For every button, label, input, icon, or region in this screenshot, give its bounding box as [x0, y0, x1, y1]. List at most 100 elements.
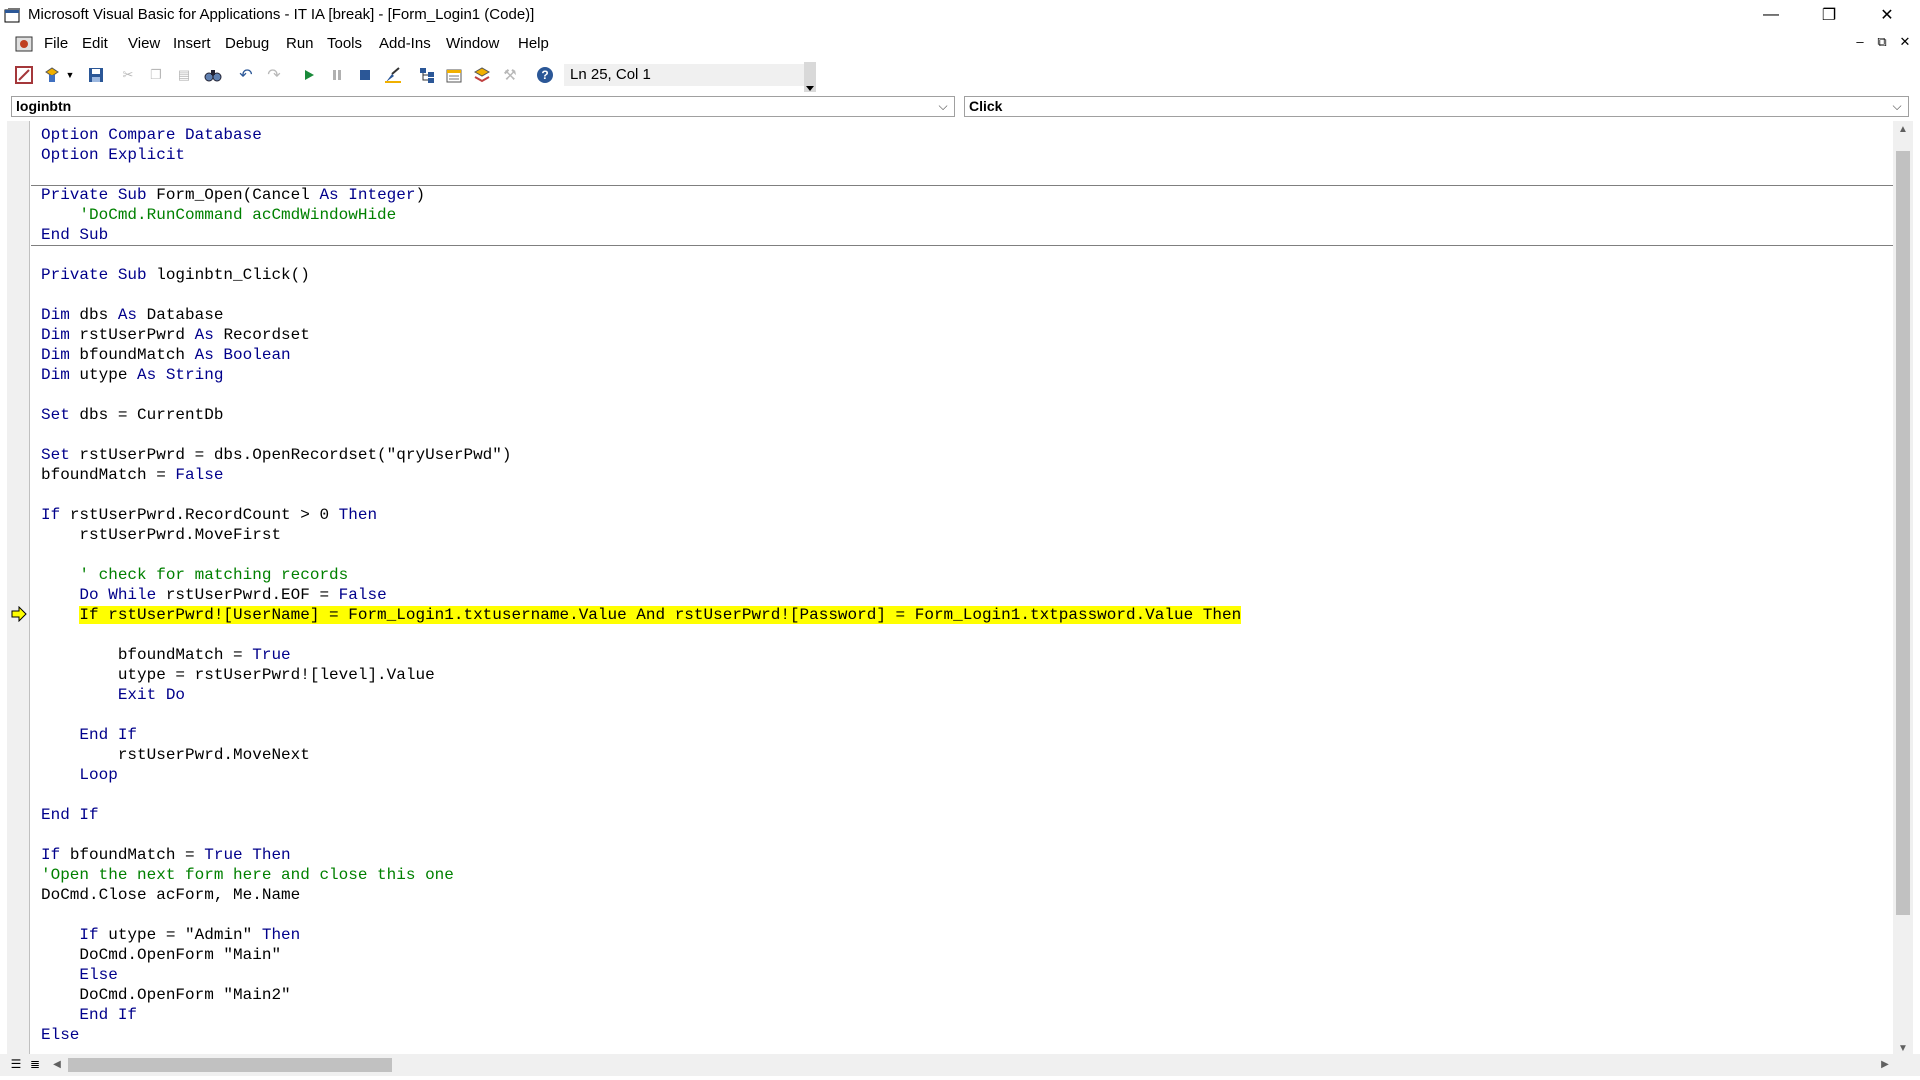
properties-window-icon[interactable] [444, 65, 464, 85]
code-line[interactable]: rstUserPwrd.MoveFirst [41, 525, 1241, 545]
code-line[interactable]: End If [41, 1005, 1241, 1025]
code-line[interactable]: utype = rstUserPwrd![level].Value [41, 665, 1241, 685]
menu-run[interactable]: Run [286, 35, 314, 52]
scroll-left-arrow-icon[interactable]: ◀ [48, 1055, 66, 1075]
code-line[interactable] [41, 825, 1241, 845]
code-line[interactable] [41, 425, 1241, 445]
menu-add-ins[interactable]: Add-Ins [379, 35, 431, 52]
code-line[interactable]: DoCmd.Close acForm, Me.Name [41, 885, 1241, 905]
chevron-down-icon[interactable]: ⌵ [1888, 97, 1906, 116]
code-line[interactable]: If bfoundMatch = True Then [41, 845, 1241, 865]
code-line[interactable]: Dim rstUserPwrd As Recordset [41, 325, 1241, 345]
code-line[interactable]: Set dbs = CurrentDb [41, 405, 1241, 425]
margin-indicator-bar[interactable] [7, 121, 30, 1058]
code-line[interactable]: Else [41, 965, 1241, 985]
dropdown-arrow-icon[interactable]: ▼ [64, 65, 76, 85]
code-line[interactable]: Private Sub Form_Open(Cancel As Integer) [41, 185, 1241, 205]
menu-file[interactable]: File [44, 35, 68, 52]
project-explorer-icon[interactable] [417, 65, 437, 85]
code-line[interactable]: Else [41, 1025, 1241, 1045]
code-line[interactable]: DoCmd.OpenForm "Main" [41, 945, 1241, 965]
design-mode-icon[interactable] [383, 65, 403, 85]
copy-icon[interactable]: ❐ [146, 65, 166, 85]
code-line[interactable] [41, 285, 1241, 305]
toolbar-options-handle[interactable] [804, 62, 816, 92]
vertical-scrollbar[interactable]: ▲ ▼ [1893, 121, 1913, 1058]
code-line[interactable] [41, 785, 1241, 805]
code-line[interactable]: End If [41, 725, 1241, 745]
code-line[interactable]: Do While rstUserPwrd.EOF = False [41, 585, 1241, 605]
code-line[interactable]: Option Compare Database [41, 125, 1241, 145]
code-token: As Integer [319, 186, 416, 204]
code-line[interactable] [41, 385, 1241, 405]
restore-button[interactable]: ❐ [1806, 0, 1852, 30]
code-line[interactable]: DoCmd.OpenForm "Main2" [41, 985, 1241, 1005]
code-line[interactable]: Option Explicit [41, 145, 1241, 165]
code-line[interactable]: ' check for matching records [41, 565, 1241, 585]
paste-icon[interactable]: ▤ [174, 65, 194, 85]
code-line[interactable]: Dim utype As String [41, 365, 1241, 385]
chevron-down-icon[interactable]: ⌵ [934, 97, 952, 116]
code-line[interactable]: If utype = "Admin" Then [41, 925, 1241, 945]
code-line[interactable]: Dim bfoundMatch As Boolean [41, 345, 1241, 365]
redo-icon[interactable]: ↷ [264, 65, 284, 85]
insert-userform-icon[interactable] [42, 65, 62, 85]
code-text-area[interactable]: Option Compare Database Option Explicit Pr… [31, 121, 1893, 1058]
view-access-icon[interactable] [14, 65, 34, 85]
code-line[interactable]: 'Open the next form here and close this … [41, 865, 1241, 885]
code-line[interactable] [41, 165, 1241, 185]
reset-icon[interactable] [355, 65, 375, 85]
code-line[interactable]: Exit Do [41, 685, 1241, 705]
break-icon[interactable] [327, 65, 347, 85]
minimize-button[interactable]: — [1748, 0, 1794, 30]
code-line[interactable]: End If [41, 805, 1241, 825]
code-line[interactable] [41, 705, 1241, 725]
code-line[interactable]: Private Sub loginbtn_Click() [41, 265, 1241, 285]
code-line[interactable]: rstUserPwrd.MoveNext [41, 745, 1241, 765]
code-line[interactable] [41, 625, 1241, 645]
procedure-combo[interactable]: Click ⌵ [964, 96, 1909, 117]
scroll-up-arrow-icon[interactable]: ▲ [1893, 121, 1913, 139]
menu-insert[interactable]: Insert [173, 35, 211, 52]
code-line[interactable]: bfoundMatch = False [41, 465, 1241, 485]
code-line[interactable] [41, 485, 1241, 505]
mdi-restore-button[interactable]: ⧉ [1873, 34, 1891, 50]
menu-debug[interactable]: Debug [225, 35, 269, 52]
vertical-scroll-thumb[interactable] [1896, 151, 1910, 915]
menu-tools[interactable]: Tools [327, 35, 362, 52]
code-line[interactable]: Loop [41, 765, 1241, 785]
run-icon[interactable] [299, 65, 319, 85]
mdi-minimize-button[interactable]: – [1851, 34, 1869, 49]
code-line[interactable]: Dim dbs As Database [41, 305, 1241, 325]
procedure-view-icon[interactable]: ☰ [8, 1056, 24, 1072]
code-line[interactable]: Set rstUserPwrd = dbs.OpenRecordset("qry… [41, 445, 1241, 465]
horizontal-scrollbar[interactable]: ◀ ▶ [48, 1055, 1894, 1075]
scroll-right-arrow-icon[interactable]: ▶ [1876, 1055, 1894, 1075]
code-line[interactable] [41, 545, 1241, 565]
code-line[interactable] [41, 245, 1241, 265]
code-line[interactable]: End Sub [41, 225, 1241, 245]
object-browser-icon[interactable] [472, 65, 492, 85]
full-module-view-icon[interactable]: ≣ [27, 1056, 43, 1072]
object-combo[interactable]: loginbtn ⌵ [11, 96, 955, 117]
menu-view[interactable]: View [128, 35, 160, 52]
code-line[interactable]: bfoundMatch = True [41, 645, 1241, 665]
mdi-close-button[interactable]: ✕ [1896, 34, 1914, 50]
current-execution-line[interactable]: If rstUserPwrd![UserName] = Form_Login1.… [41, 605, 1242, 625]
code-line[interactable]: If rstUserPwrd.RecordCount > 0 Then [41, 505, 1241, 525]
menu-edit[interactable]: Edit [82, 35, 108, 52]
horizontal-scroll-thumb[interactable] [68, 1058, 392, 1072]
menu-help[interactable]: Help [518, 35, 549, 52]
save-icon[interactable] [86, 65, 106, 85]
close-button[interactable]: ✕ [1864, 0, 1910, 30]
code-window-icon[interactable] [14, 35, 34, 53]
undo-icon[interactable]: ↶ [236, 65, 256, 85]
code-line[interactable]: 'DoCmd.RunCommand acCmdWindowHide [41, 205, 1241, 225]
code-token: Dim [41, 326, 80, 344]
code-line[interactable] [41, 905, 1241, 925]
find-icon[interactable] [203, 65, 223, 85]
menu-window[interactable]: Window [446, 35, 499, 52]
cut-icon[interactable]: ✂ [118, 65, 138, 85]
toolbox-icon[interactable]: ⚒ [500, 65, 520, 85]
help-icon[interactable]: ? [535, 65, 555, 85]
